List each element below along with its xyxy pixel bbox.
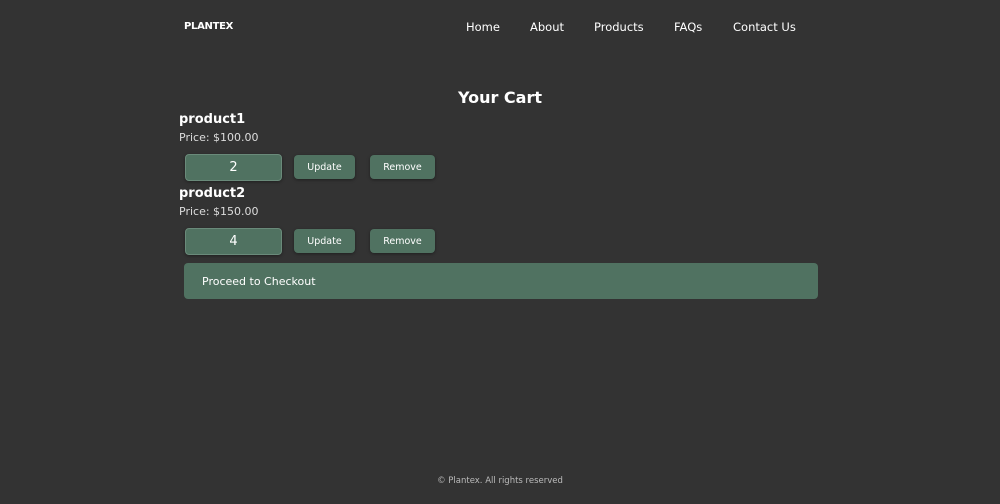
nav-faqs[interactable]: FAQs <box>674 20 733 34</box>
footer-copyright: © Plantex. All rights reserved <box>437 476 563 486</box>
update-button[interactable]: Update <box>294 229 355 253</box>
product-price: Price: $150.00 <box>179 205 259 218</box>
cart-item: product2 Price: $150.00 Update Remove <box>179 186 435 255</box>
page-title: Your Cart <box>457 88 543 107</box>
main-nav: Home About Products FAQs Contact Us <box>466 20 796 34</box>
remove-button[interactable]: Remove <box>370 229 435 253</box>
nav-products[interactable]: Products <box>594 20 674 34</box>
quantity-input[interactable] <box>185 228 282 255</box>
quantity-input[interactable] <box>185 154 282 181</box>
product-name: product2 <box>179 186 246 201</box>
brand-logo: PLANTEX <box>184 21 234 32</box>
nav-about[interactable]: About <box>530 20 594 34</box>
proceed-to-checkout-button[interactable]: Proceed to Checkout <box>184 263 818 299</box>
product-name: product1 <box>179 112 246 127</box>
product-price: Price: $100.00 <box>179 131 259 144</box>
nav-home[interactable]: Home <box>466 20 530 34</box>
cart-item: product1 Price: $100.00 Update Remove <box>179 112 435 181</box>
remove-button[interactable]: Remove <box>370 155 435 179</box>
update-button[interactable]: Update <box>294 155 355 179</box>
nav-contact-us[interactable]: Contact Us <box>733 20 796 34</box>
